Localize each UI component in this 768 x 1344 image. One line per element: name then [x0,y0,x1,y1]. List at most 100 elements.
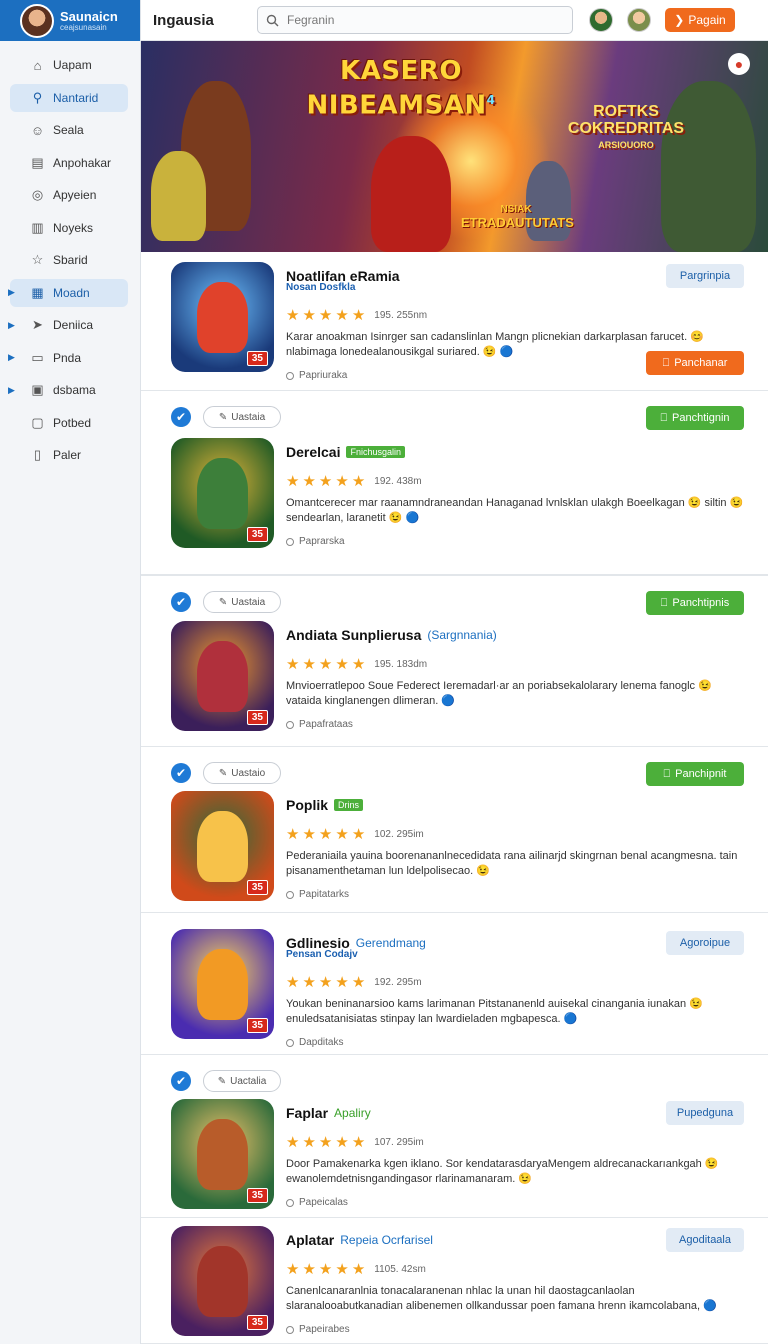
friend-avatar[interactable] [627,8,651,32]
row-checkbox[interactable]: ✔ [171,407,191,427]
game-title-accent: Repeia Ocrfarisel [340,1233,433,1247]
star-icon: ★ [302,1261,316,1278]
sidebar-item[interactable]: ☆ Sbarid [10,246,128,274]
chevron-right-icon[interactable]: ▶ [8,352,15,363]
details-button[interactable]: Agoroipue [666,931,744,955]
sidebar-item[interactable]: ▢ Potbed [10,409,128,437]
game-title[interactable]: Andiata Sunplierusa [286,627,421,643]
game-thumbnail[interactable]: 35 [171,929,274,1039]
header-button-label: Pagain [688,13,726,27]
sidebar-item[interactable]: ◎ Apyeien [10,181,128,209]
app-brand[interactable]: Saunaicn ceajsunasain [0,0,140,41]
game-thumbnail[interactable]: 35 [171,791,274,901]
game-row[interactable]: 35 Noatlifan eRamia Nosan Dosfkla ★ ★ ★ ★ ★ 195.… [141,252,768,391]
game-row[interactable]: 35 Gdlinesio Gerendmang Pensan Codajv ★ ★ ★ ★ ★ 1… [141,913,768,1055]
sidebar-item[interactable]: ▶ ▦ Moadn [8,278,128,307]
sidebar-item[interactable]: ▯ Paler [10,441,128,469]
star-icon: ★ [351,656,366,673]
age-rating-badge: 35 [246,880,268,895]
game-title[interactable]: Poplik [286,797,328,813]
sidebar-item[interactable]: ▥ Noyeks [10,214,128,242]
game-row[interactable]: ✔ ✎ Uastaio 35 Poplik Drins ★ ★ ★ ★ ★ 102. 295im Ped… [141,747,768,913]
game-title-accent: Gerendmang [355,936,426,950]
header-action-button[interactable]: ❯ Pagain [665,8,735,32]
game-row[interactable]: ✔ ✎ Uastaia 35 Andiata Sunplierusa (Sargnnani… [141,575,768,747]
close-icon[interactable]: ● [728,53,750,75]
profile-avatar[interactable] [589,8,613,32]
sidebar-item[interactable]: ⚲ Nantarid [10,83,128,112]
details-button-label: Pupedguna [676,1107,734,1119]
row-tag-button[interactable]: ✎ Uastaia [203,406,281,428]
chevron-right-icon[interactable]: ▶ [8,320,15,331]
star-icon: ★ [351,473,366,490]
row-checkbox[interactable]: ✔ [171,592,191,612]
sidebar-item-label: Potbed [53,415,92,430]
circle-icon: ◎ [31,187,44,202]
banner-subtitle-line3: ARSIOUORO [598,140,654,150]
rating-count: 102. 295im [374,828,424,840]
game-thumbnail[interactable]: 35 [171,262,274,372]
chevron-right-icon[interactable]: ▶ [8,385,15,396]
install-button[interactable]: ⎕ Panchtipnis [646,591,744,615]
game-row[interactable]: ✔ ✎ Uactalia 35 Faplar Apaliry ★ ★ ★ ★ ★ 107. 295im… [141,1055,768,1218]
game-description: Pederaniaila yauina boorenananlnecedidat… [286,850,738,877]
install-button[interactable]: ⎕ Panchtignin [646,406,744,430]
sidebar-item-label: Anpohakar [53,155,112,170]
square-icon: ▣ [31,382,44,397]
game-meta-label: Papafrataas [299,719,353,730]
lock-icon: ⎕ [662,356,670,369]
user-avatar[interactable] [20,3,54,38]
rating-stars: ★ ★ ★ ★ ★ 107. 295im [286,1133,424,1151]
game-row[interactable]: 35 Aplatar Repeia Ocrfarisel ★ ★ ★ ★ ★ 1105. 42s… [141,1218,768,1344]
details-button[interactable]: Agoditaala [666,1228,744,1252]
row-tag-button[interactable]: ✎ Uastaia [203,591,281,613]
row-tag-button[interactable]: ✎ Uactalia [203,1070,281,1092]
star-icon: ★ [335,1261,349,1278]
row-checkbox[interactable]: ✔ [171,1071,191,1091]
game-title[interactable]: Derelcai [286,444,340,460]
sidebar-item[interactable]: ▤ Anpohakar [10,149,128,177]
star-icon: ☆ [31,252,44,267]
star-icon: ★ [318,826,333,843]
install-button-label: Panchipnit [675,768,727,780]
age-rating-badge: 35 [246,351,268,366]
details-button[interactable]: Pargrinpia [666,264,744,288]
radio-icon [286,537,294,546]
sidebar-item-label: Noyeks [53,220,94,235]
star-icon: ★ [302,826,316,843]
game-thumbnail[interactable]: 35 [171,1226,274,1336]
sidebar: Saunaicn ceajsunasain ⌂ Uapam ⚲ Nantarid ☺ Se… [0,0,141,1344]
game-title[interactable]: Aplatar [286,1232,334,1248]
install-button-label: Panchtipnis [672,597,730,609]
game-thumbnail[interactable]: 35 [171,621,274,731]
sidebar-item[interactable]: ▶ ▭ Pnda [8,344,128,372]
banner-subtitle-line1: ROFTKS [593,103,659,120]
row-checkbox[interactable]: ✔ [171,763,191,783]
game-row[interactable]: ✔ ✎ Uastaia 35 Derelcai Fnichusgalin ★ ★ ★ ★ ★ 192.… [141,391,768,575]
radio-icon [286,1198,294,1207]
purchase-button[interactable]: ⎕ Panchanar [646,351,744,375]
sidebar-item[interactable]: ▶ ▣ dsbama [8,376,128,404]
sidebar-item[interactable]: ⌂ Uapam [10,51,128,79]
game-thumbnail[interactable]: 35 [171,438,274,548]
game-character-art [196,457,249,530]
chevron-right-icon[interactable]: ▶ [8,287,15,298]
row-tag-label: Uastaia [231,596,266,608]
rating-count: 1105. 42sm [374,1263,426,1275]
game-thumbnail[interactable]: 35 [171,1099,274,1209]
search-input[interactable]: Fegranin [257,6,573,34]
age-rating-badge: 35 [246,1188,268,1203]
row-tag-button[interactable]: ✎ Uastaio [203,762,281,784]
chart-icon: ▤ [31,154,44,170]
featured-banner[interactable]: KASERO NIBEAMSAN4 ROFTKS COKREDRITAS ARS… [141,41,768,252]
install-button[interactable]: ⎕ Panchipnit [646,762,744,786]
sidebar-item[interactable]: ▶ ➤ Deniica [8,311,128,339]
star-icon: ★ [286,1134,300,1151]
details-button[interactable]: Pupedguna [666,1101,744,1125]
game-description: Canenlcanaranlnia tonacalaranenan nhlac … [286,1285,717,1312]
game-title[interactable]: Faplar [286,1105,328,1121]
send-icon: ➤ [32,317,43,332]
rating-count: 195. 183dm [374,658,428,670]
sidebar-item[interactable]: ☺ Seala [10,116,128,144]
banner-hero-center [371,136,451,252]
